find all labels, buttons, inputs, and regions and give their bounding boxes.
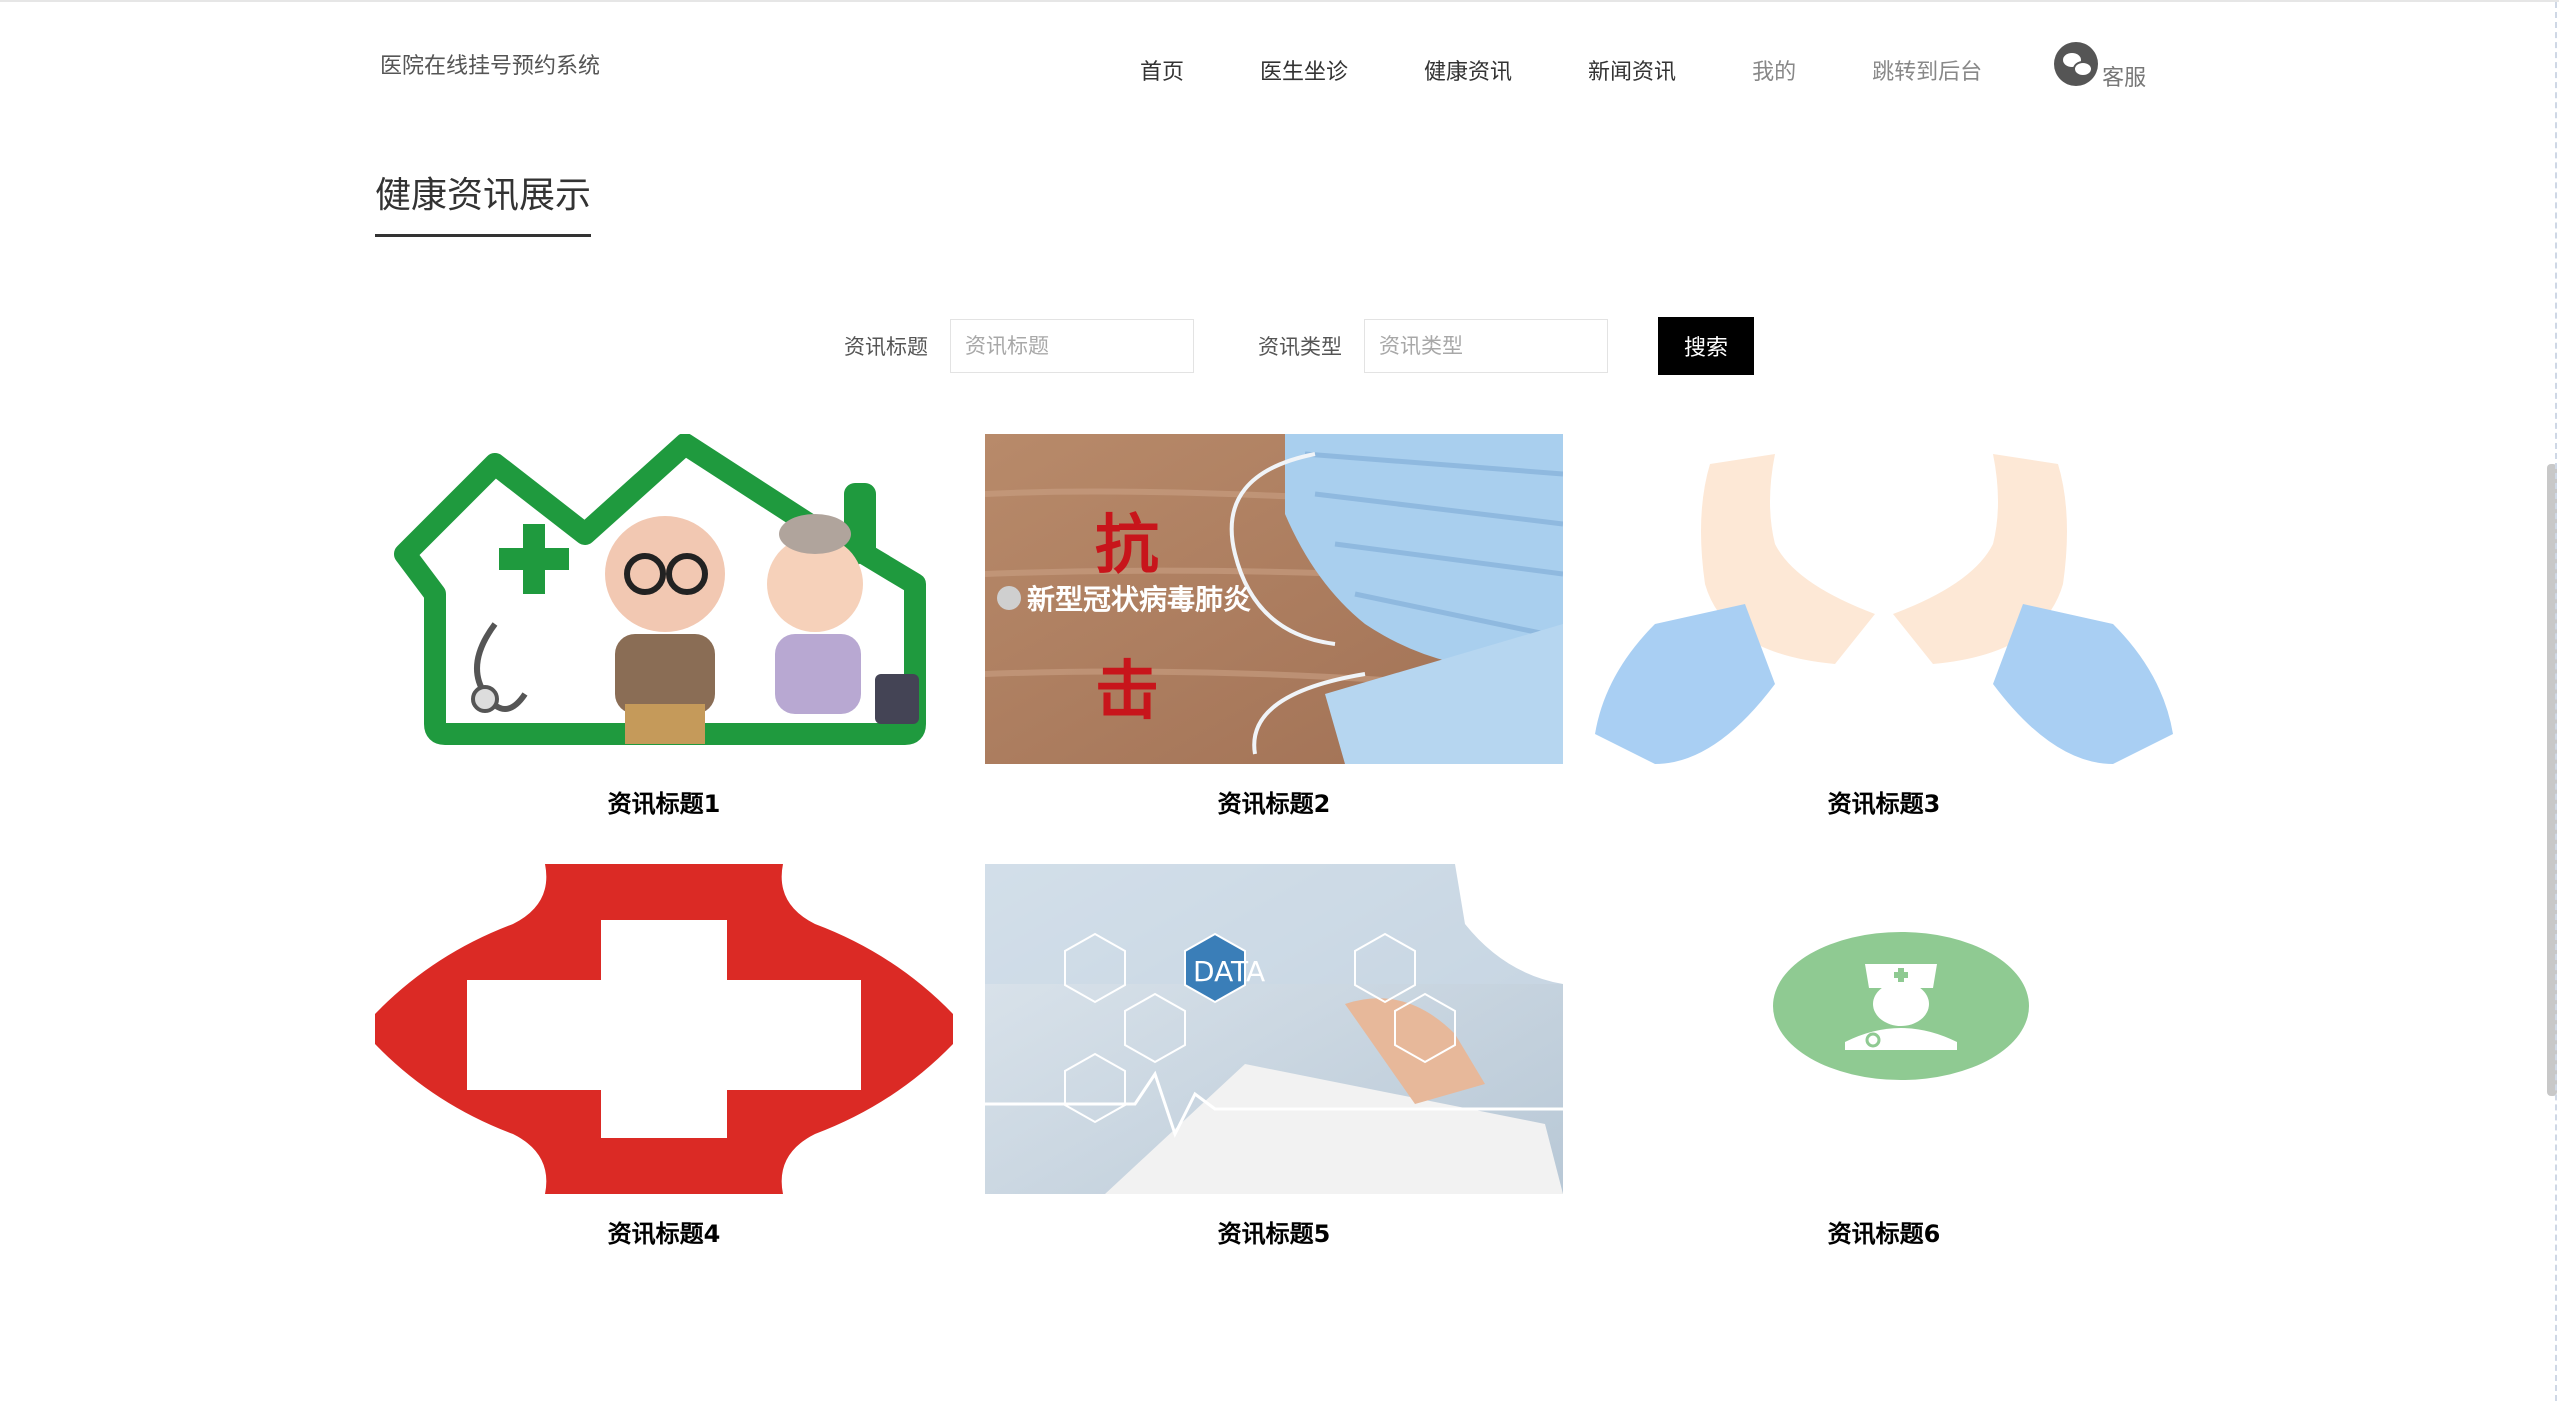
nav-item-admin[interactable]: 跳转到后台 — [1872, 54, 1982, 86]
news-title[interactable]: 资讯标题1 — [375, 784, 953, 819]
main-nav: 首页 医生坐诊 健康资讯 新闻资讯 我的 跳转到后台 客服 — [1140, 42, 2147, 92]
news-title[interactable]: 资讯标题4 — [375, 1214, 953, 1249]
news-card[interactable]: 资讯标题1 — [375, 434, 953, 819]
nav-item-health-info[interactable]: 健康资讯 — [1424, 54, 1512, 86]
overlay-char: 击 — [1095, 654, 1159, 729]
customer-service-label: 客服 — [2102, 66, 2147, 91]
news-thumbnail[interactable] — [1595, 434, 2173, 764]
nav-item-mine[interactable]: 我的 — [1752, 54, 1796, 86]
type-search-input[interactable] — [1364, 319, 1608, 373]
news-thumbnail[interactable] — [375, 434, 953, 764]
nav-item-news[interactable]: 新闻资讯 — [1588, 54, 1676, 86]
search-bar: 资讯标题 资讯类型 搜索 — [844, 317, 1754, 375]
news-card[interactable]: 资讯标题3 — [1595, 434, 2173, 819]
customer-service-link[interactable]: 客服 — [2054, 42, 2147, 92]
page-title: 健康资讯展示 — [375, 166, 592, 237]
window-edge — [2555, 2, 2557, 1401]
news-thumbnail[interactable]: 抗 新型冠状病毒肺炎 击 — [985, 434, 1563, 764]
site-brand[interactable]: 医院在线挂号预约系统 — [380, 48, 600, 80]
news-card[interactable]: 资讯标题6 — [1595, 864, 2173, 1249]
wechat-icon — [2054, 42, 2099, 86]
overlay-text: 新型冠状病毒肺炎 — [1027, 583, 1252, 616]
title-search-input[interactable] — [950, 319, 1194, 373]
news-thumbnail[interactable]: DATA — [985, 864, 1563, 1194]
nav-item-home[interactable]: 首页 — [1140, 54, 1184, 86]
news-card[interactable]: 资讯标题4 — [375, 864, 953, 1249]
search-button[interactable]: 搜索 — [1658, 317, 1754, 375]
title-search-label: 资讯标题 — [844, 335, 928, 359]
news-thumbnail[interactable] — [375, 864, 953, 1194]
news-title[interactable]: 资讯标题6 — [1595, 1214, 2173, 1249]
top-header: 医院在线挂号预约系统 首页 医生坐诊 健康资讯 新闻资讯 我的 跳转到后台 客服 — [0, 2, 2559, 122]
overlay-char: 抗 — [1095, 508, 1159, 583]
news-thumbnail[interactable] — [1595, 864, 2173, 1194]
news-title[interactable]: 资讯标题5 — [985, 1214, 1563, 1249]
overlay-text: DATA — [1193, 955, 1266, 988]
nav-item-doctors[interactable]: 医生坐诊 — [1260, 54, 1348, 86]
news-card[interactable]: 抗 新型冠状病毒肺炎 击 资讯标题2 — [985, 434, 1563, 819]
news-title[interactable]: 资讯标题2 — [985, 784, 1563, 819]
type-search-label: 资讯类型 — [1258, 335, 1342, 359]
news-title[interactable]: 资讯标题3 — [1595, 784, 2173, 819]
news-card[interactable]: DATA 资讯标题5 — [985, 864, 1563, 1249]
